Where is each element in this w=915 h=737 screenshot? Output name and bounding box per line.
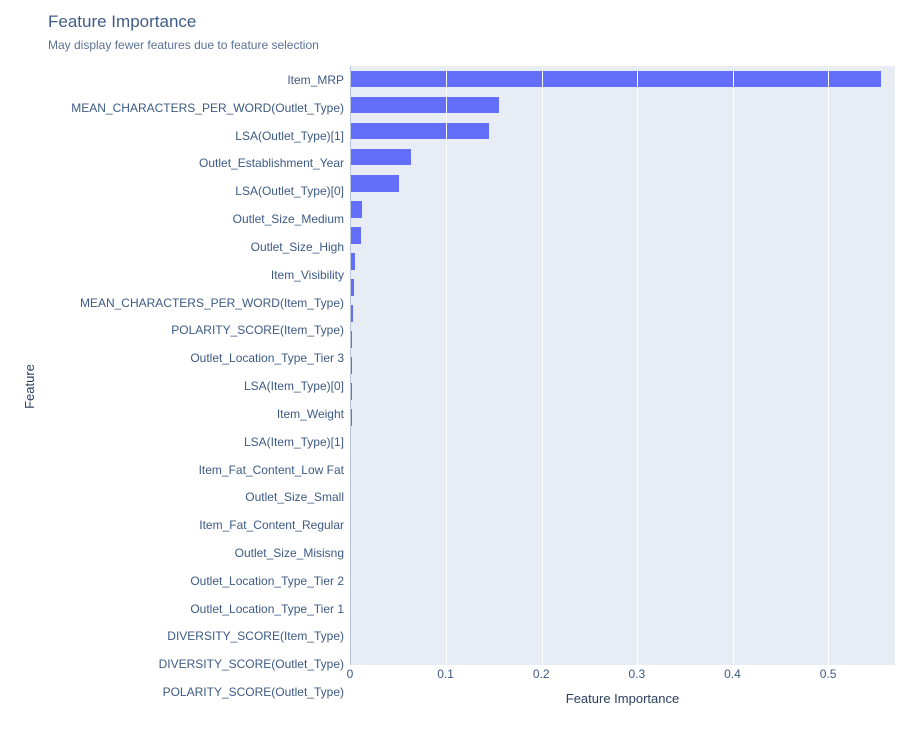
bar-row[interactable] [351, 274, 895, 300]
x-tick-label: 0.1 [437, 667, 454, 681]
x-tick-label: 0 [347, 667, 354, 681]
bar[interactable] [351, 279, 354, 296]
x-axis-ticks: 0 0.1 0.2 0.3 0.4 0.5 [350, 665, 895, 685]
gridline [733, 66, 734, 665]
bar[interactable] [351, 175, 399, 192]
gridline [542, 66, 543, 665]
y-tick-label: LSA(Item_Type)[1] [38, 428, 346, 456]
gridline [637, 66, 638, 665]
y-tick-label: Outlet_Size_Misisng [38, 539, 346, 567]
bar-row[interactable] [351, 405, 895, 431]
bar-row[interactable] [351, 587, 895, 613]
bar-row[interactable] [351, 144, 895, 170]
y-tick-label: Outlet_Establishment_Year [38, 149, 346, 177]
bar-row[interactable] [351, 300, 895, 326]
chart-title: Feature Importance [48, 12, 895, 32]
gridline [446, 66, 447, 665]
bar[interactable] [351, 149, 411, 166]
chart-area: Feature Item_MRPMEAN_CHARACTERS_PER_WORD… [20, 66, 895, 706]
y-tick-label: Outlet_Size_Medium [38, 205, 346, 233]
y-axis-labels: Item_MRPMEAN_CHARACTERS_PER_WORD(Outlet_… [38, 66, 350, 706]
bar-row[interactable] [351, 431, 895, 457]
y-tick-label: MEAN_CHARACTERS_PER_WORD(Outlet_Type) [38, 94, 346, 122]
bar-row[interactable] [351, 118, 895, 144]
y-tick-label: Item_MRP [38, 66, 346, 94]
y-tick-label: Outlet_Location_Type_Tier 3 [38, 344, 346, 372]
y-tick-label: Item_Visibility [38, 261, 346, 289]
bar-row[interactable] [351, 66, 895, 92]
y-axis-title: Feature [20, 66, 38, 706]
bar[interactable] [351, 305, 353, 322]
y-tick-label: DIVERSITY_SCORE(Item_Type) [38, 623, 346, 651]
bar-row[interactable] [351, 92, 895, 118]
y-tick-label: POLARITY_SCORE(Outlet_Type) [38, 678, 346, 706]
bar-row[interactable] [351, 379, 895, 405]
bar-row[interactable] [351, 639, 895, 665]
bar-row[interactable] [351, 509, 895, 535]
y-tick-label: Outlet_Location_Type_Tier 1 [38, 595, 346, 623]
bar-row[interactable] [351, 353, 895, 379]
bar-row[interactable] [351, 613, 895, 639]
bar[interactable] [351, 253, 355, 270]
y-tick-label: LSA(Outlet_Type)[1] [38, 122, 346, 150]
y-tick-label: LSA(Item_Type)[0] [38, 372, 346, 400]
bar[interactable] [351, 331, 352, 348]
chart-subtitle: May display fewer features due to featur… [48, 38, 895, 52]
bar-row[interactable] [351, 483, 895, 509]
feature-importance-panel: Feature Importance May display fewer fea… [0, 0, 915, 737]
bar[interactable] [351, 227, 361, 244]
bar[interactable] [351, 383, 352, 400]
bar[interactable] [351, 409, 352, 426]
x-axis-title: Feature Importance [350, 691, 895, 706]
bar-row[interactable] [351, 196, 895, 222]
x-tick-label: 0.3 [628, 667, 645, 681]
bar[interactable] [351, 71, 881, 88]
bar[interactable] [351, 357, 352, 374]
x-tick-label: 0.2 [533, 667, 550, 681]
bar-row[interactable] [351, 561, 895, 587]
bar-row[interactable] [351, 222, 895, 248]
bar-row[interactable] [351, 457, 895, 483]
y-tick-label: Outlet_Size_Small [38, 483, 346, 511]
bar[interactable] [351, 123, 489, 140]
bar[interactable] [351, 97, 499, 114]
y-tick-label: LSA(Outlet_Type)[0] [38, 177, 346, 205]
plot-area[interactable] [350, 66, 895, 665]
bar-row[interactable] [351, 535, 895, 561]
y-tick-label: Outlet_Size_High [38, 233, 346, 261]
y-tick-label: POLARITY_SCORE(Item_Type) [38, 316, 346, 344]
y-tick-label: DIVERSITY_SCORE(Outlet_Type) [38, 650, 346, 678]
x-tick-label: 0.4 [724, 667, 741, 681]
y-tick-label: Item_Weight [38, 400, 346, 428]
y-tick-label: MEAN_CHARACTERS_PER_WORD(Item_Type) [38, 289, 346, 317]
gridline [828, 66, 829, 665]
y-tick-label: Item_Fat_Content_Regular [38, 511, 346, 539]
bar-row[interactable] [351, 326, 895, 352]
y-tick-label: Outlet_Location_Type_Tier 2 [38, 567, 346, 595]
x-tick-label: 0.5 [820, 667, 837, 681]
bar-row[interactable] [351, 170, 895, 196]
bar[interactable] [351, 201, 362, 218]
bar-row[interactable] [351, 248, 895, 274]
y-tick-label: Item_Fat_Content_Low Fat [38, 456, 346, 484]
